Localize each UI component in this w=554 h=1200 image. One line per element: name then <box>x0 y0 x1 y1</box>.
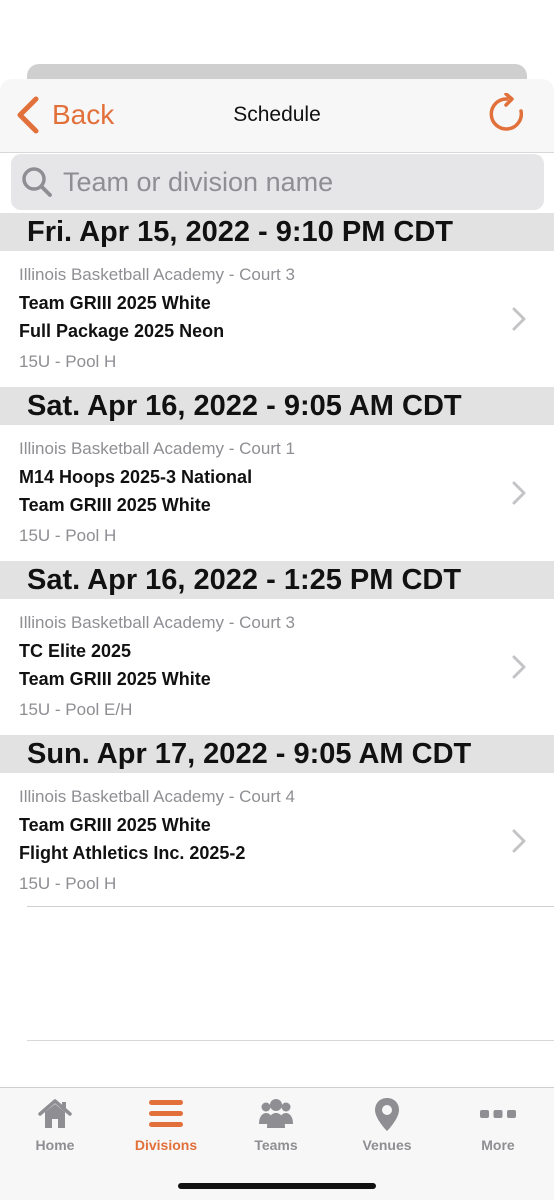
opponent-name: Full Package 2025 Neon <box>19 321 225 341</box>
tab-teams[interactable]: Teams <box>221 1096 331 1160</box>
venue-label: Illinois Basketball Academy - Court 3 <box>19 613 295 632</box>
venue-label: Illinois Basketball Academy - Court 3 <box>19 265 295 284</box>
opponent-name: Flight Athletics Inc. 2025-2 <box>19 843 246 863</box>
chevron-right-icon <box>512 829 526 853</box>
tab-label: Divisions <box>134 1137 198 1153</box>
tab-divisions[interactable]: Divisions <box>111 1096 221 1160</box>
tab-venues[interactable]: Venues <box>332 1096 442 1160</box>
tab-bar: Home Divisions Teams Venues More <box>0 1087 554 1200</box>
game-row[interactable]: Illinois Basketball Academy - Court 3 TC… <box>0 599 554 735</box>
date-header: Sun. Apr 17, 2022 - 9:05 AM CDT <box>0 735 554 773</box>
row-divider <box>27 906 554 907</box>
team-name: M14 Hoops 2025-3 National <box>19 467 253 487</box>
game-row[interactable]: Illinois Basketball Academy - Court 4 Te… <box>0 773 554 909</box>
division-label: 15U - Pool H <box>19 874 117 893</box>
page-title: Schedule <box>233 103 321 126</box>
venue-label: Illinois Basketball Academy - Court 4 <box>19 787 295 806</box>
people-icon <box>259 1099 293 1128</box>
home-icon <box>38 1099 72 1128</box>
list-icon <box>149 1100 183 1127</box>
tab-more[interactable]: More <box>443 1096 553 1160</box>
division-label: 15U - Pool H <box>19 526 117 545</box>
search-bar[interactable] <box>11 154 544 210</box>
opponent-name: Team GRIII 2025 White <box>19 495 211 515</box>
tab-home[interactable]: Home <box>0 1096 110 1160</box>
date-header: Sat. Apr 16, 2022 - 9:05 AM CDT <box>0 387 554 425</box>
map-pin-icon <box>375 1098 399 1131</box>
date-header: Fri. Apr 15, 2022 - 9:10 PM CDT <box>0 213 554 251</box>
tab-label: Home <box>35 1137 75 1153</box>
search-area <box>0 153 554 213</box>
opponent-name: Team GRIII 2025 White <box>19 669 211 689</box>
refresh-button[interactable] <box>486 92 526 133</box>
status-bar-area <box>0 0 554 64</box>
chevron-right-icon <box>512 655 526 679</box>
list-bottom-divider <box>27 1040 554 1041</box>
date-header: Sat. Apr 16, 2022 - 1:25 PM CDT <box>0 561 554 599</box>
search-icon <box>22 167 52 197</box>
tab-label: Venues <box>362 1137 412 1153</box>
navigation-bar: Back Schedule <box>0 79 554 153</box>
team-name: Team GRIII 2025 White <box>19 293 211 313</box>
chevron-right-icon <box>512 481 526 505</box>
division-label: 15U - Pool H <box>19 352 117 371</box>
refresh-icon <box>489 92 524 131</box>
more-dots-icon <box>480 1110 516 1118</box>
chevron-right-icon <box>512 307 526 331</box>
schedule-list: Fri. Apr 15, 2022 - 9:10 PM CDT Illinois… <box>0 213 554 909</box>
search-input[interactable] <box>63 166 503 198</box>
division-label: 15U - Pool E/H <box>19 700 133 719</box>
game-row[interactable]: Illinois Basketball Academy - Court 3 Te… <box>0 251 554 387</box>
venue-label: Illinois Basketball Academy - Court 1 <box>19 439 295 458</box>
home-indicator[interactable] <box>178 1183 376 1189</box>
game-row[interactable]: Illinois Basketball Academy - Court 1 M1… <box>0 425 554 561</box>
tab-label: More <box>481 1137 515 1153</box>
tab-label: Teams <box>254 1137 298 1153</box>
team-name: TC Elite 2025 <box>19 641 132 661</box>
team-name: Team GRIII 2025 White <box>19 815 211 835</box>
